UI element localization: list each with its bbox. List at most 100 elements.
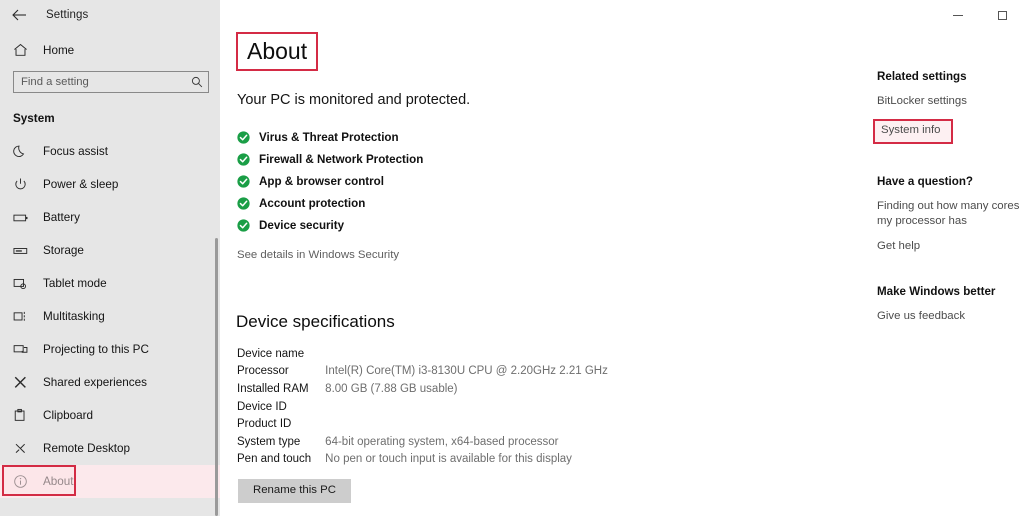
- spec-key: Installed RAM: [237, 382, 309, 395]
- title-bar-left: Settings: [0, 0, 220, 30]
- table-row: Processor Intel(R) Core(TM) i3-8130U CPU…: [237, 363, 608, 381]
- sidebar-item-home[interactable]: Home: [0, 35, 220, 65]
- table-row: Product ID: [237, 415, 608, 433]
- sidebar-item-label: Remote Desktop: [43, 442, 131, 455]
- see-details-link[interactable]: See details in Windows Security: [237, 249, 399, 261]
- moon-icon: [13, 144, 35, 159]
- get-help-link[interactable]: Get help: [877, 239, 1024, 254]
- protection-item: Device security: [237, 214, 423, 236]
- protection-item-label: Firewall & Network Protection: [259, 152, 424, 166]
- sidebar-item-label: Focus assist: [43, 145, 108, 158]
- protection-item: Virus & Threat Protection: [237, 126, 423, 148]
- green-check-icon: [237, 152, 250, 166]
- window-title: Settings: [46, 9, 89, 21]
- green-check-icon: [237, 174, 250, 188]
- spec-value: 64-bit operating system, x64-based proce…: [325, 435, 559, 448]
- system-info-link[interactable]: System info: [873, 119, 953, 144]
- sidebar-item-remote-desktop[interactable]: Remote Desktop: [0, 432, 220, 465]
- search-icon[interactable]: [191, 76, 203, 88]
- sidebar-item-storage[interactable]: Storage: [0, 234, 220, 267]
- have-a-question-title: Have a question?: [877, 174, 973, 188]
- sidebar-item-label: Multitasking: [43, 310, 105, 323]
- maximize-button[interactable]: [980, 0, 1024, 30]
- spec-key: System type: [237, 435, 301, 448]
- related-settings-rail: Related settings BitLocker settings Syst…: [873, 70, 1024, 333]
- sidebar: Home System Focus assist: [0, 30, 220, 516]
- table-row: Installed RAM 8.00 GB (7.88 GB usable): [237, 380, 608, 398]
- home-icon: [13, 43, 35, 57]
- page-title-container: About: [236, 32, 319, 72]
- green-check-icon: [237, 196, 250, 210]
- sidebar-nav-list: Focus assist Power & sleep Battery Stora…: [0, 135, 220, 498]
- search-input[interactable]: [21, 73, 191, 91]
- table-row: Device ID: [237, 398, 608, 416]
- sidebar-item-battery[interactable]: Battery: [0, 201, 220, 234]
- search-box[interactable]: [13, 71, 209, 93]
- sidebar-item-label: Power & sleep: [43, 178, 119, 191]
- remote-desktop-icon: [13, 441, 35, 456]
- related-settings-title: Related settings: [877, 70, 967, 83]
- protection-item: App & browser control: [237, 170, 423, 192]
- rail-spacer: [877, 153, 1024, 175]
- bitlocker-settings-link[interactable]: BitLocker settings: [877, 94, 1024, 109]
- tablet-icon: [13, 276, 35, 291]
- shared-icon: [13, 375, 35, 390]
- spec-key: Device name: [237, 347, 305, 360]
- sidebar-item-label: Storage: [43, 244, 84, 257]
- sidebar-item-clipboard[interactable]: Clipboard: [0, 399, 220, 432]
- table-row: System type 64-bit operating system, x64…: [237, 433, 608, 451]
- protection-status-list: Virus & Threat Protection Firewall & Net…: [237, 126, 423, 236]
- page-title: About: [236, 32, 319, 72]
- sidebar-item-label: Shared experiences: [43, 376, 147, 389]
- settings-window: Settings Home Find a setting System Focu…: [0, 0, 1024, 516]
- protection-item-label: Account protection: [259, 196, 366, 210]
- sidebar-section-title: System: [13, 112, 55, 125]
- protection-item-label: Virus & Threat Protection: [259, 130, 399, 144]
- spec-key: Device ID: [237, 400, 287, 413]
- spec-value: [325, 345, 608, 363]
- sidebar-item-label: Clipboard: [43, 409, 94, 422]
- protection-item: Account protection: [237, 192, 423, 214]
- back-button[interactable]: [0, 0, 38, 30]
- sidebar-item-multitasking[interactable]: Multitasking: [0, 300, 220, 333]
- sidebar-home-label: Home: [43, 43, 75, 57]
- sidebar-item-focus-assist[interactable]: Focus assist: [0, 135, 220, 168]
- sidebar-item-power-sleep[interactable]: Power & sleep: [0, 168, 220, 201]
- spec-value: 8.00 GB (7.88 GB usable): [325, 382, 458, 395]
- make-windows-better-title: Make Windows better: [877, 284, 996, 298]
- sidebar-item-tablet-mode[interactable]: Tablet mode: [0, 267, 220, 300]
- sidebar-scrollbar[interactable]: [215, 238, 218, 516]
- green-check-icon: [237, 218, 250, 232]
- window-controls: [936, 0, 1024, 30]
- sidebar-item-label: About: [43, 475, 74, 488]
- give-feedback-link[interactable]: Give us feedback: [877, 309, 1024, 324]
- protection-item-label: Device security: [259, 218, 345, 232]
- spec-value: [325, 415, 608, 433]
- rename-this-pc-button[interactable]: Rename this PC: [238, 479, 351, 504]
- spec-key: Pen and touch: [237, 453, 312, 466]
- sidebar-item-projecting[interactable]: Projecting to this PC: [0, 333, 220, 366]
- rail-spacer: [877, 263, 1024, 285]
- projecting-icon: [13, 342, 35, 357]
- table-row: Device name: [237, 345, 608, 363]
- sidebar-item-label: Projecting to this PC: [43, 343, 149, 356]
- main-content: About Your PC is monitored and protected…: [220, 30, 1024, 516]
- sidebar-item-shared-experiences[interactable]: Shared experiences: [0, 366, 220, 399]
- clipboard-icon: [13, 408, 35, 423]
- green-check-icon: [237, 130, 250, 144]
- device-specs-title: Device specifications: [236, 312, 395, 331]
- protection-subtitle: Your PC is monitored and protected.: [237, 92, 471, 108]
- spec-key: Processor: [237, 365, 289, 378]
- protection-item-label: App & browser control: [259, 174, 384, 188]
- info-icon: [13, 474, 35, 489]
- protection-item: Firewall & Network Protection: [237, 148, 423, 170]
- power-icon: [13, 177, 35, 192]
- processor-cores-help-link[interactable]: Finding out how many cores my processor …: [877, 199, 1024, 230]
- multitasking-icon: [13, 309, 35, 324]
- spec-value: No pen or touch input is available for t…: [325, 453, 572, 466]
- battery-icon: [13, 210, 35, 225]
- minimize-button[interactable]: [936, 0, 980, 30]
- spec-key: Product ID: [237, 418, 292, 431]
- sidebar-item-about[interactable]: About: [0, 465, 220, 498]
- spec-value: [325, 398, 608, 416]
